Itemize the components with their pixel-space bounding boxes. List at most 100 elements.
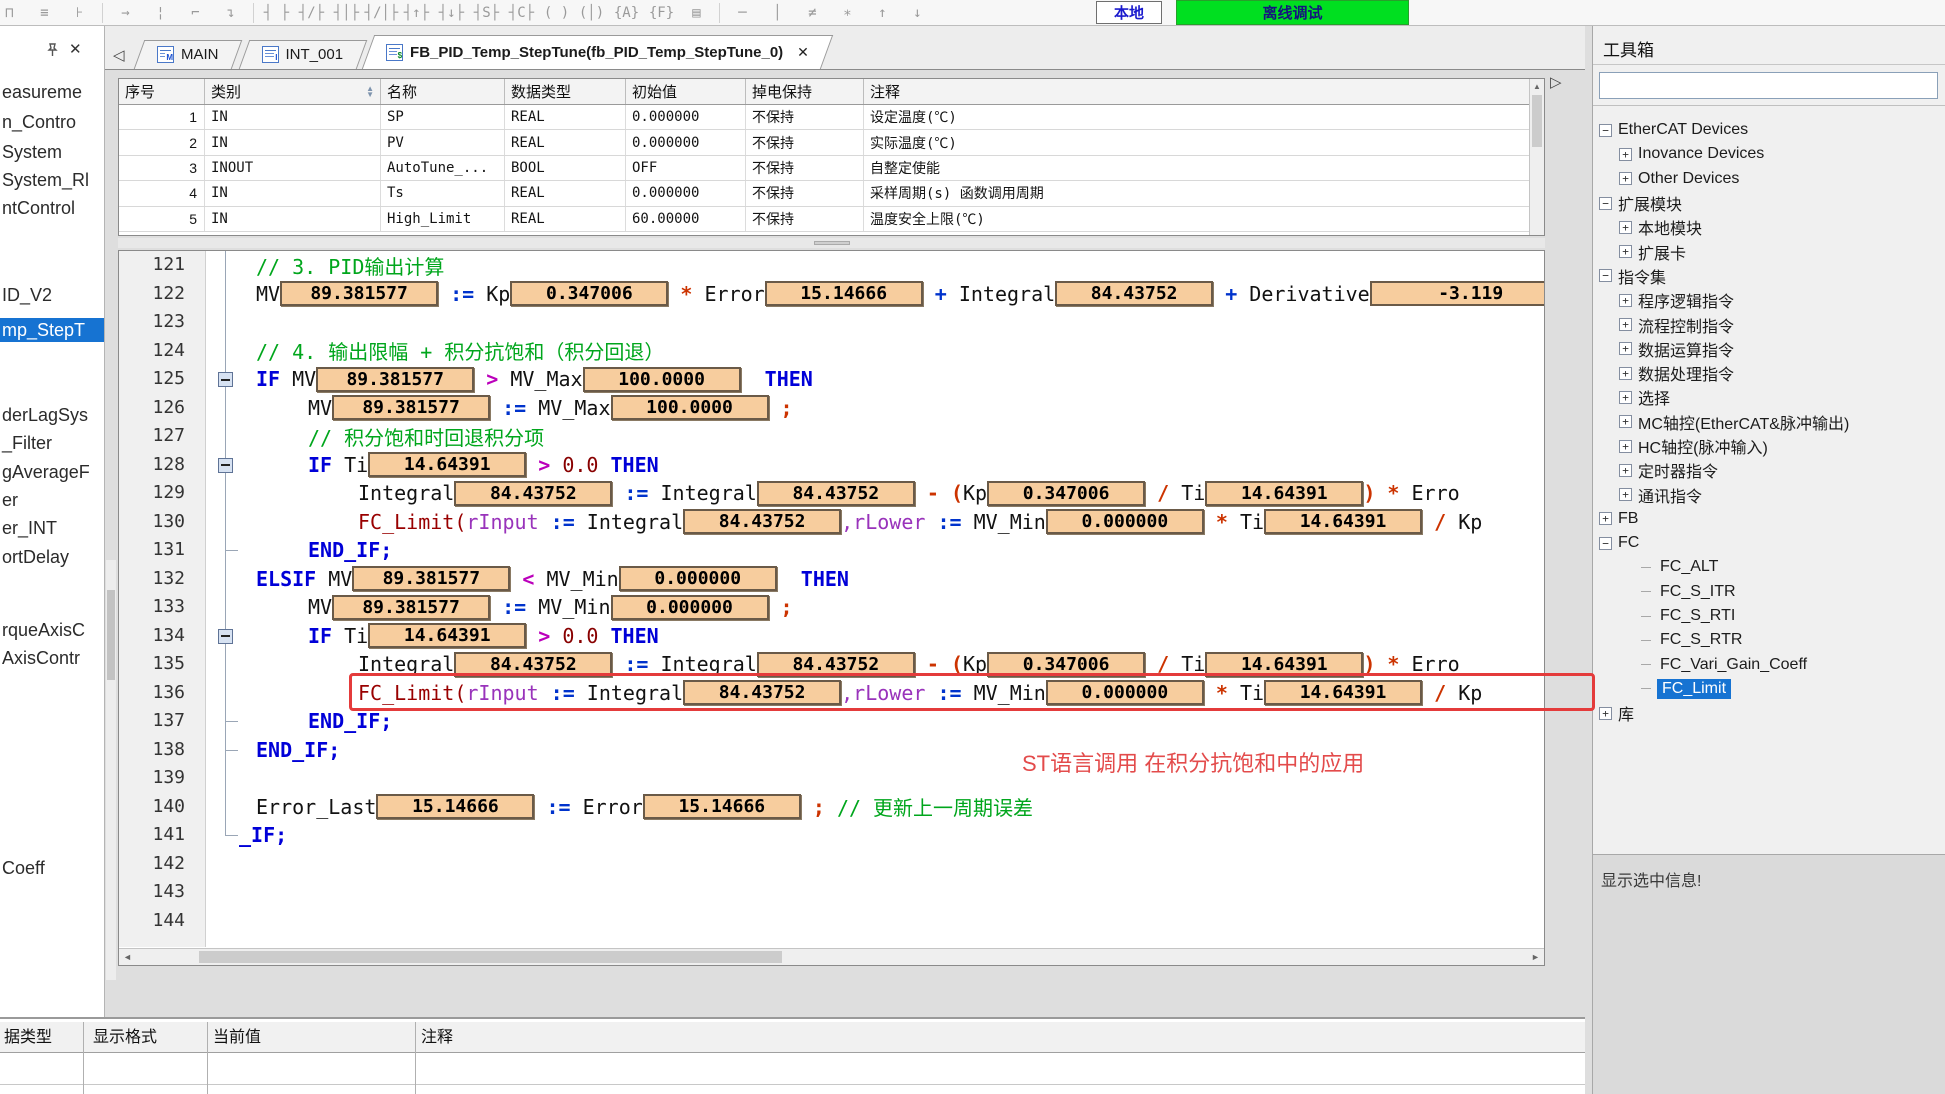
table-cell[interactable]: SP — [381, 105, 505, 129]
st-code-editor[interactable]: 1211221231241251261271281291301311321331… — [118, 250, 1545, 966]
table-row[interactable]: 2INPVREAL0.000000不保持实际温度(℃) — [119, 130, 1544, 155]
tree-expand-icon[interactable]: + — [1619, 440, 1632, 453]
sidebar-item-gaveragef[interactable]: gAverageF — [2, 460, 90, 484]
debug-value-box[interactable]: 84.43752 — [683, 509, 841, 534]
sidebar-item-system_rl[interactable]: System_Rl — [2, 168, 89, 192]
arrow-down-icon[interactable]: ↓ — [900, 1, 935, 25]
tree-expand-icon[interactable]: + — [1619, 245, 1632, 258]
tree-item[interactable]: +程序逻辑指令 — [1593, 288, 1945, 312]
table-cell[interactable]: IN — [205, 207, 381, 231]
debug-value-box[interactable]: 84.43752 — [454, 481, 612, 506]
sidebar-item-ntcontrol[interactable]: ntControl — [2, 196, 75, 220]
scroll-left-icon[interactable]: ◄ — [119, 949, 136, 965]
debug-value-box[interactable]: 89.381577 — [332, 395, 490, 420]
debug-value-box[interactable]: 84.43752 — [1055, 281, 1213, 306]
table-cell[interactable]: REAL — [505, 181, 626, 205]
editor-horizontal-scrollbar[interactable]: ◄ ► — [119, 948, 1544, 965]
tree-item[interactable]: +本地模块 — [1593, 215, 1945, 239]
sidebar-item-er_int[interactable]: er_INT — [2, 516, 57, 540]
tree-expand-icon[interactable]: + — [1619, 342, 1632, 355]
column-header[interactable]: 注释 — [864, 79, 1530, 104]
tree-item[interactable]: +HC轴控(脉冲输入) — [1593, 434, 1945, 458]
table-cell[interactable]: INOUT — [205, 156, 381, 180]
contact-nc-icon[interactable]: ┤/├ — [294, 1, 329, 25]
tree-item[interactable]: −指令集 — [1593, 264, 1945, 288]
tree-expand-icon[interactable]: + — [1599, 512, 1612, 525]
debug-value-box[interactable]: 15.14666 — [376, 794, 534, 819]
instruction-list-icon[interactable]: ▤ — [679, 1, 714, 25]
sidebar-scrollbar[interactable] — [106, 560, 116, 980]
table-cell[interactable]: 0.000000 — [626, 181, 746, 205]
sidebar-item-mp_stept[interactable]: mp_StepT — [0, 318, 104, 342]
contact-parallel-no-icon[interactable]: ┤│├ — [329, 1, 364, 25]
table-row[interactable]: 3INOUTAutoTune_...BOOLOFF不保持自整定使能 — [119, 156, 1544, 181]
tab-int_001[interactable]: IINT_001 — [244, 40, 362, 69]
contact-no-icon[interactable]: ┤ ├ — [259, 1, 294, 25]
table-cell[interactable]: IN — [205, 181, 381, 205]
tree-item[interactable]: +选择 — [1593, 385, 1945, 409]
table-cell[interactable]: 实际温度(℃) — [864, 130, 1530, 154]
debug-value-box[interactable]: 84.43752 — [683, 680, 841, 705]
tree-item[interactable]: +扩展卡 — [1593, 239, 1945, 263]
table-cell[interactable]: REAL — [505, 105, 626, 129]
column-header[interactable]: 数据类型 — [505, 79, 626, 104]
tree-item[interactable]: FC_S_RTI — [1593, 604, 1945, 628]
debug-value-box[interactable]: -3.119 — [1370, 281, 1544, 306]
tree-expand-icon[interactable]: + — [1619, 464, 1632, 477]
debug-value-box[interactable]: 14.64391 — [1264, 680, 1422, 705]
sidebar-item-coeff[interactable]: Coeff — [2, 856, 45, 880]
table-cell[interactable]: 设定温度(℃) — [864, 105, 1530, 129]
tree-item[interactable]: −FC — [1593, 531, 1945, 555]
tree-expand-icon[interactable]: + — [1599, 707, 1612, 720]
debug-value-box[interactable]: 100.0000 — [583, 367, 741, 392]
fold-collapse-icon[interactable] — [218, 372, 233, 387]
debug-value-box[interactable]: 89.381577 — [316, 367, 474, 392]
debug-value-box[interactable]: 0.000000 — [1046, 509, 1204, 534]
coil-reset-icon[interactable]: ┤C├ — [504, 1, 539, 25]
tree-expand-icon[interactable]: + — [1619, 221, 1632, 234]
splitter-grip[interactable] — [814, 241, 850, 245]
debug-value-box[interactable]: 89.381577 — [352, 566, 510, 591]
debug-value-box[interactable]: 89.381577 — [280, 281, 438, 306]
ladder-branch-icon[interactable]: ⊦ — [62, 1, 97, 25]
tree-item[interactable]: FC_Vari_Gain_Coeff — [1593, 653, 1945, 677]
debug-value-box[interactable]: 14.64391 — [1205, 652, 1363, 677]
ladder-network-icon[interactable]: ≡ — [27, 1, 62, 25]
table-cell[interactable]: IN — [205, 130, 381, 154]
table-cell[interactable]: REAL — [505, 207, 626, 231]
tree-item[interactable]: FC_Limit — [1593, 677, 1945, 701]
tree-item[interactable]: +Other Devices — [1593, 167, 1945, 191]
star-icon[interactable]: ∗ — [830, 1, 865, 25]
table-cell[interactable]: 不保持 — [746, 207, 864, 231]
debug-value-box[interactable]: 14.64391 — [1205, 481, 1363, 506]
debug-value-box[interactable]: 100.0000 — [611, 395, 769, 420]
scrollbar-thumb[interactable] — [1532, 95, 1542, 147]
wire-corner-icon[interactable]: ⌐ — [178, 1, 213, 25]
sidebar-item-derlagsys[interactable]: derLagSys — [2, 403, 88, 427]
tree-item[interactable]: −EtherCAT Devices — [1593, 118, 1945, 142]
tree-item[interactable]: +流程控制指令 — [1593, 312, 1945, 336]
sidebar-item-ortdelay[interactable]: ortDelay — [2, 545, 69, 569]
tree-expand-icon[interactable]: + — [1619, 294, 1632, 307]
sidebar-item-_filter[interactable]: _Filter — [2, 431, 52, 455]
column-header[interactable]: 序号 — [119, 79, 205, 104]
table-cell[interactable]: 采样周期(s) 函数调用周期 — [864, 181, 1530, 205]
fold-collapse-icon[interactable] — [218, 629, 233, 644]
tree-expand-icon[interactable]: + — [1619, 415, 1632, 428]
table-cell[interactable]: 3 — [119, 156, 205, 180]
tree-expand-icon[interactable]: + — [1619, 391, 1632, 404]
debug-value-box[interactable]: 15.14666 — [765, 281, 923, 306]
table-row[interactable]: 5INHigh_LimitREAL60.00000不保持温度安全上限(℃) — [119, 207, 1544, 232]
table-row[interactable]: 1INSPREAL0.000000不保持设定温度(℃) — [119, 105, 1544, 130]
debug-value-box[interactable]: 84.43752 — [454, 652, 612, 677]
vline-icon[interactable]: │ — [760, 1, 795, 25]
offline-debug-button[interactable]: 离线调试 — [1176, 0, 1409, 25]
table-cell[interactable]: 0.000000 — [626, 130, 746, 154]
pane-splitter[interactable] — [118, 238, 1545, 248]
sidebar-item-easureme[interactable]: easureme — [2, 80, 82, 104]
coil-set-icon[interactable]: ┤S├ — [469, 1, 504, 25]
table-cell[interactable]: BOOL — [505, 156, 626, 180]
tree-expand-icon[interactable]: + — [1619, 367, 1632, 380]
tree-item[interactable]: +数据运算指令 — [1593, 337, 1945, 361]
debug-value-box[interactable]: 0.000000 — [619, 566, 777, 591]
